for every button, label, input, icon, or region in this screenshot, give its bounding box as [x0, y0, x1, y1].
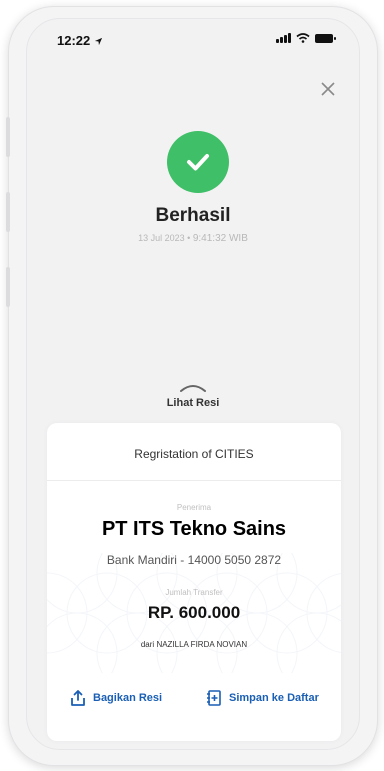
- bank-account: Bank Mandiri - 14000 5050 2872: [106, 553, 282, 567]
- recipient-label: Penerima: [176, 503, 212, 512]
- receipt-title: Regristation of CITIES: [134, 447, 254, 461]
- location-arrow-icon: [94, 37, 102, 46]
- status-time: 12:22: [57, 33, 103, 48]
- sender-info: dari NAZILLA FIRDA NOVIAN: [140, 640, 248, 649]
- share-receipt-button[interactable]: Bagikan Resi: [69, 689, 162, 707]
- status-icons: [276, 33, 336, 43]
- success-check-icon: [167, 131, 229, 193]
- phone-side-button: [6, 117, 10, 157]
- transaction-datetime: 13 Jul 2023 • 9:41:32 WIB: [138, 233, 248, 244]
- receipt-card: Regristation of CITIES Penerima PT ITS T…: [47, 423, 341, 741]
- amount-label: Jumlah Transfer: [165, 588, 223, 597]
- status-bar: 12:22: [27, 19, 359, 59]
- battery-icon: [315, 34, 336, 43]
- phone-side-button: [6, 192, 10, 232]
- chevron-up-icon[interactable]: [178, 381, 208, 393]
- phone-side-button: [6, 267, 10, 307]
- save-to-list-button[interactable]: Simpan ke Daftar: [205, 689, 319, 707]
- transfer-amount: RP. 600.000: [147, 603, 241, 622]
- checkmark-icon: [187, 154, 209, 171]
- view-receipt-toggle[interactable]: Lihat Resi: [27, 397, 359, 409]
- close-button[interactable]: [317, 79, 339, 101]
- receipt-actions: Bagikan Resi Simpan ke Daftar: [47, 681, 341, 717]
- close-icon: [321, 82, 335, 96]
- phone-screen: 12:22 Berhasil 13 Jul 2023 • 9:41:32 WIB…: [26, 18, 360, 750]
- wifi-icon: [296, 33, 310, 43]
- save-contact-icon: [207, 690, 221, 706]
- recipient-name: PT ITS Tekno Sains: [101, 518, 287, 540]
- page-title: Berhasil: [155, 205, 231, 226]
- share-icon: [71, 690, 85, 706]
- signal-icon: [276, 33, 291, 43]
- divider: [47, 480, 341, 481]
